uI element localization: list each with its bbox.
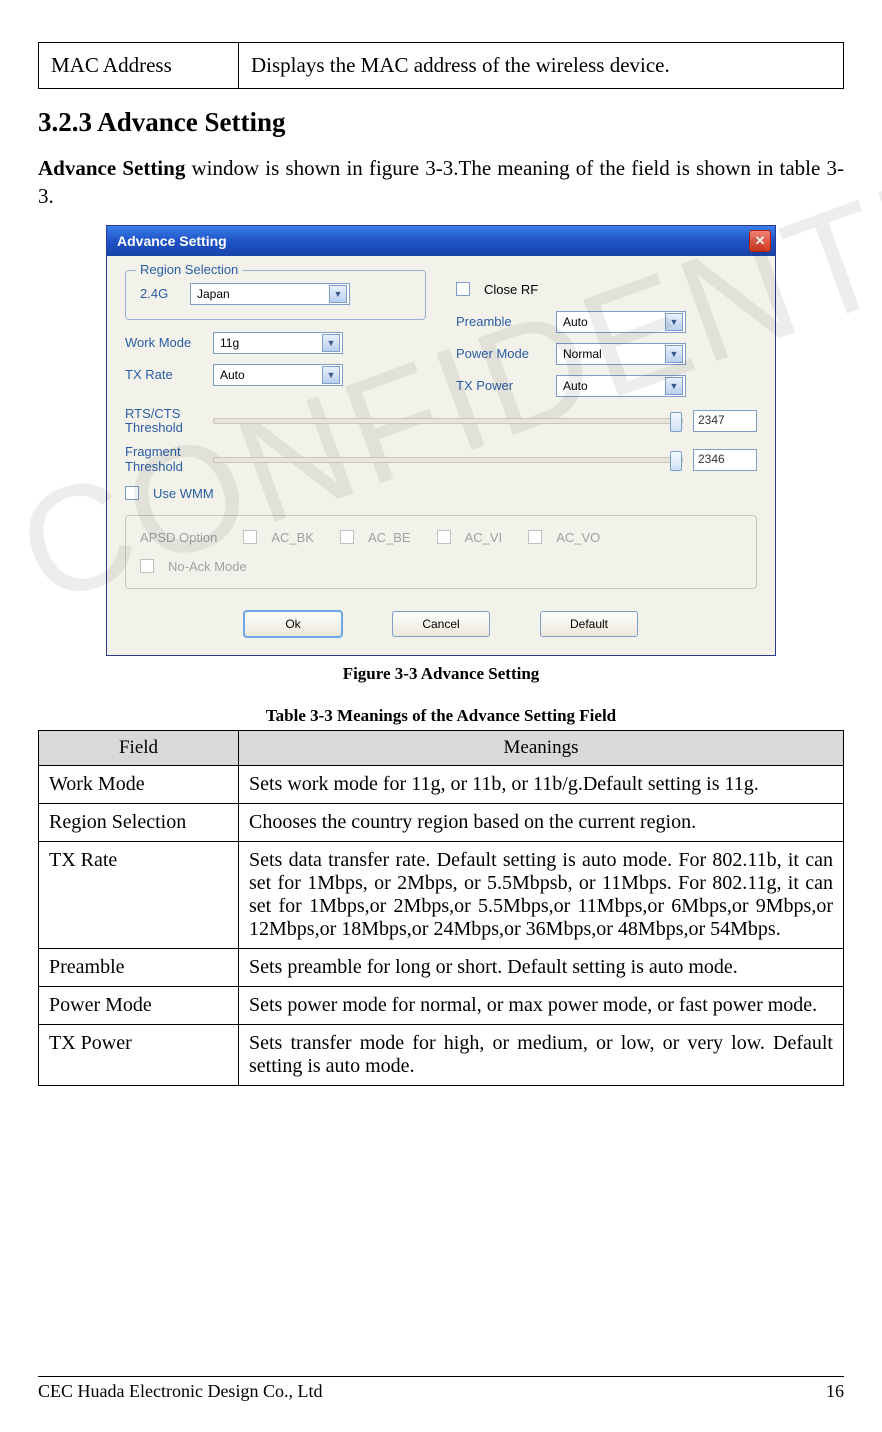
slider-thumb[interactable] bbox=[670, 451, 682, 471]
ac-bk-checkbox bbox=[243, 530, 257, 544]
rts-value-input[interactable]: 2347 bbox=[693, 410, 757, 432]
ac-bk-label: AC_BK bbox=[271, 530, 314, 545]
region-selection-group: Region Selection 2.4G Japan ▼ bbox=[125, 270, 426, 320]
region-24g-label: 2.4G bbox=[140, 286, 180, 301]
power-mode-label: Power Mode bbox=[456, 346, 546, 361]
frag-slider[interactable] bbox=[213, 457, 683, 463]
chevron-down-icon: ▼ bbox=[665, 345, 683, 363]
region-select[interactable]: Japan ▼ bbox=[190, 283, 350, 305]
ac-be-label: AC_BE bbox=[368, 530, 411, 545]
mac-field-cell: MAC Address bbox=[39, 43, 239, 89]
chevron-down-icon: ▼ bbox=[322, 366, 340, 384]
apsd-label: APSD Option bbox=[140, 530, 217, 545]
table-row: Power ModeSets power mode for normal, or… bbox=[39, 986, 844, 1024]
section-heading: 3.2.3 Advance Setting bbox=[38, 107, 844, 138]
ac-vi-label: AC_VI bbox=[465, 530, 503, 545]
table-row: MAC Address Displays the MAC address of … bbox=[39, 43, 844, 89]
close-icon: ✕ bbox=[755, 233, 766, 249]
work-mode-value: 11g bbox=[220, 336, 239, 350]
table-header-row: Field Meanings bbox=[39, 730, 844, 765]
chevron-down-icon: ▼ bbox=[322, 334, 340, 352]
rts-slider[interactable] bbox=[213, 418, 683, 424]
tx-rate-label: TX Rate bbox=[125, 367, 203, 382]
footer-right: 16 bbox=[826, 1381, 844, 1402]
rts-label: RTS/CTS Threshold bbox=[125, 407, 203, 436]
power-mode-value: Normal bbox=[563, 347, 602, 361]
tx-power-value: Auto bbox=[563, 379, 588, 393]
cancel-button[interactable]: Cancel bbox=[392, 611, 490, 637]
work-mode-label: Work Mode bbox=[125, 335, 203, 350]
close-button[interactable]: ✕ bbox=[749, 230, 771, 252]
intro-bold: Advance Setting bbox=[38, 156, 185, 180]
chevron-down-icon: ▼ bbox=[329, 285, 347, 303]
tx-power-select[interactable]: Auto ▼ bbox=[556, 375, 686, 397]
tx-rate-value: Auto bbox=[220, 368, 245, 382]
titlebar: Advance Setting ✕ bbox=[107, 226, 775, 256]
close-rf-checkbox[interactable] bbox=[456, 282, 470, 296]
table-row: TX PowerSets transfer mode for high, or … bbox=[39, 1024, 844, 1085]
chevron-down-icon: ▼ bbox=[665, 377, 683, 395]
frag-label: Fragment Threshold bbox=[125, 445, 203, 474]
intro-paragraph: Advance Setting window is shown in figur… bbox=[38, 154, 844, 211]
slider-thumb[interactable] bbox=[670, 412, 682, 432]
preamble-value: Auto bbox=[563, 315, 588, 329]
chevron-down-icon: ▼ bbox=[665, 313, 683, 331]
footer-left: CEC Huada Electronic Design Co., Ltd bbox=[38, 1381, 322, 1402]
table-caption: Table 3-3 Meanings of the Advance Settin… bbox=[38, 706, 844, 726]
apsd-group: APSD Option AC_BK AC_BE AC_VI AC_VO No-A… bbox=[125, 515, 757, 589]
region-legend: Region Selection bbox=[136, 262, 242, 277]
mac-meaning-cell: Displays the MAC address of the wireless… bbox=[239, 43, 844, 89]
ac-vo-checkbox bbox=[528, 530, 542, 544]
tx-power-label: TX Power bbox=[456, 378, 546, 393]
region-value: Japan bbox=[197, 287, 230, 301]
preamble-label: Preamble bbox=[456, 314, 546, 329]
default-button[interactable]: Default bbox=[540, 611, 638, 637]
power-mode-select[interactable]: Normal ▼ bbox=[556, 343, 686, 365]
preamble-select[interactable]: Auto ▼ bbox=[556, 311, 686, 333]
use-wmm-checkbox[interactable] bbox=[125, 486, 139, 500]
meanings-table: Field Meanings Work ModeSets work mode f… bbox=[38, 730, 844, 1086]
ac-vo-label: AC_VO bbox=[556, 530, 600, 545]
advance-setting-window: Advance Setting ✕ Region Selection 2.4G … bbox=[106, 225, 776, 656]
close-rf-label: Close RF bbox=[484, 282, 538, 297]
top-mac-table: MAC Address Displays the MAC address of … bbox=[38, 42, 844, 89]
frag-value-input[interactable]: 2346 bbox=[693, 449, 757, 471]
noack-checkbox bbox=[140, 559, 154, 573]
use-wmm-label: Use WMM bbox=[153, 486, 214, 501]
header-field: Field bbox=[39, 730, 239, 765]
page-footer: CEC Huada Electronic Design Co., Ltd 16 bbox=[38, 1376, 844, 1402]
figure-caption: Figure 3-3 Advance Setting bbox=[38, 664, 844, 684]
tx-rate-select[interactable]: Auto ▼ bbox=[213, 364, 343, 386]
window-title: Advance Setting bbox=[117, 233, 227, 249]
table-row: PreambleSets preamble for long or short.… bbox=[39, 948, 844, 986]
header-meanings: Meanings bbox=[239, 730, 844, 765]
ok-button[interactable]: Ok bbox=[244, 611, 342, 637]
noack-label: No-Ack Mode bbox=[168, 559, 247, 574]
table-row: Region SelectionChooses the country regi… bbox=[39, 803, 844, 841]
ac-vi-checkbox bbox=[437, 530, 451, 544]
ac-be-checkbox bbox=[340, 530, 354, 544]
work-mode-select[interactable]: 11g ▼ bbox=[213, 332, 343, 354]
table-row: TX RateSets data transfer rate. Default … bbox=[39, 841, 844, 948]
table-row: Work ModeSets work mode for 11g, or 11b,… bbox=[39, 765, 844, 803]
